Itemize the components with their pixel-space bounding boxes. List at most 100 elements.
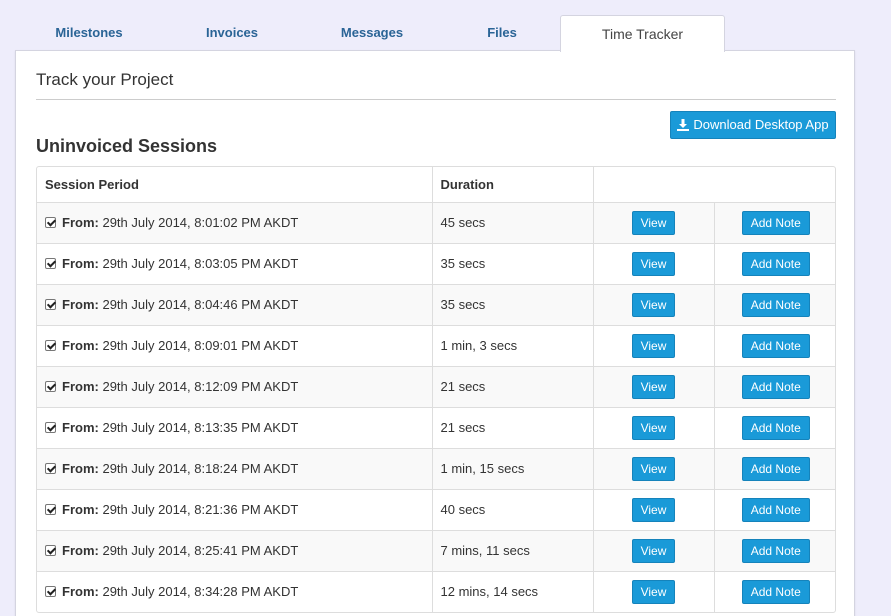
header-actions (593, 167, 835, 202)
time-tracker-panel: Track your Project Download Desktop App … (15, 50, 855, 616)
table-row: From: 29th July 2014, 8:25:41 PM AKDT 7 m… (37, 529, 835, 571)
session-period-cell: From: 29th July 2014, 8:03:05 PM AKDT (37, 242, 433, 284)
add-note-cell: Add Note (714, 365, 835, 407)
tab-messages[interactable]: Messages (318, 15, 426, 51)
session-period-cell: From: 29th July 2014, 8:34:28 PM AKDT (37, 570, 433, 612)
duration-cell: 21 secs (432, 365, 594, 407)
add-note-cell: Add Note (714, 570, 835, 612)
session-checkbox[interactable] (45, 422, 56, 433)
session-period: 29th July 2014, 8:04:46 PM AKDT (102, 297, 299, 312)
session-checkbox[interactable] (45, 340, 56, 351)
session-checkbox[interactable] (45, 545, 56, 556)
session-period-cell: From: 29th July 2014, 8:21:36 PM AKDT (37, 488, 433, 530)
add-note-button[interactable]: Add Note (741, 579, 810, 604)
session-period: 29th July 2014, 8:03:05 PM AKDT (102, 256, 299, 271)
session-checkbox[interactable] (45, 381, 56, 392)
session-period-cell: From: 29th July 2014, 8:04:46 PM AKDT (37, 283, 433, 325)
duration-cell: 35 secs (432, 283, 594, 325)
duration-cell: 21 secs (432, 406, 594, 448)
header-duration: Duration (432, 167, 594, 202)
section-title: Uninvoiced Sessions (36, 136, 218, 156)
session-period-cell: From: 29th July 2014, 8:01:02 PM AKDT (37, 201, 433, 243)
view-cell: View (593, 570, 715, 612)
view-cell: View (593, 283, 715, 325)
tab-time-tracker[interactable]: Time Tracker (560, 15, 725, 52)
table-row: From: 29th July 2014, 8:01:02 PM AKDT 45 … (37, 201, 835, 243)
session-period: 29th July 2014, 8:34:28 PM AKDT (102, 584, 299, 600)
from-label: From: (62, 584, 99, 600)
tab-invoices[interactable]: Invoices (178, 15, 286, 51)
duration-cell: 12 mins, 14 secs (432, 570, 594, 612)
session-period: 29th July 2014, 8:12:09 PM AKDT (102, 379, 299, 394)
add-note-cell: Add Note (714, 488, 835, 530)
from-label: From: (62, 502, 99, 517)
title-divider (36, 99, 836, 100)
view-cell: View (593, 406, 715, 448)
view-button[interactable]: View (631, 210, 676, 235)
add-note-button[interactable]: Add Note (741, 333, 810, 358)
view-cell: View (593, 529, 715, 571)
view-cell: View (593, 447, 715, 489)
table-row: From: 29th July 2014, 8:12:09 PM AKDT 21 … (37, 365, 835, 407)
add-note-cell: Add Note (714, 529, 835, 571)
session-checkbox[interactable] (45, 258, 56, 269)
session-checkbox[interactable] (45, 463, 56, 474)
table-row: From: 29th July 2014, 8:21:36 PM AKDT 40 … (37, 488, 835, 530)
add-note-cell: Add Note (714, 324, 835, 366)
session-checkbox[interactable] (45, 217, 56, 228)
view-cell: View (593, 488, 715, 530)
view-button[interactable]: View (631, 497, 676, 522)
from-label: From: (62, 338, 99, 353)
view-button[interactable]: View (631, 292, 676, 317)
download-button-label: Download Desktop App (693, 117, 829, 132)
add-note-button[interactable]: Add Note (741, 210, 810, 235)
view-button[interactable]: View (631, 251, 676, 276)
add-note-button[interactable]: Add Note (741, 251, 810, 276)
header-session-period: Session Period (37, 167, 433, 202)
session-period: 29th July 2014, 8:13:35 PM AKDT (102, 420, 299, 435)
duration-cell: 1 min, 15 secs (432, 447, 594, 489)
add-note-button[interactable]: Add Note (741, 456, 810, 481)
download-icon (677, 114, 690, 140)
table-row: From: 29th July 2014, 8:03:05 PM AKDT 35 … (37, 242, 835, 284)
tab-milestones[interactable]: Milestones (35, 15, 143, 51)
session-period: 29th July 2014, 8:01:02 PM AKDT (102, 215, 299, 230)
from-label: From: (62, 256, 99, 271)
from-label: From: (62, 215, 99, 230)
table-header-row: Session Period Duration (37, 167, 835, 202)
session-period-cell: From: 29th July 2014, 8:09:01 PM AKDT (37, 324, 433, 366)
add-note-button[interactable]: Add Note (741, 497, 810, 522)
view-cell: View (593, 242, 715, 284)
add-note-button[interactable]: Add Note (741, 415, 810, 440)
view-cell: View (593, 201, 715, 243)
panel-title: Track your Project (36, 70, 174, 89)
table-row: From: 29th July 2014, 8:18:24 PM AKDT 1 m… (37, 447, 835, 489)
view-button[interactable]: View (631, 579, 676, 604)
duration-cell: 1 min, 3 secs (432, 324, 594, 366)
add-note-button[interactable]: Add Note (741, 374, 810, 399)
duration-cell: 45 secs (432, 201, 594, 243)
tab-bar: Milestones Invoices Messages Files Time … (15, 15, 855, 52)
session-period-cell: From: 29th July 2014, 8:25:41 PM AKDT (37, 529, 433, 571)
session-period: 29th July 2014, 8:18:24 PM AKDT (102, 461, 299, 476)
session-period: 29th July 2014, 8:09:01 PM AKDT (102, 338, 299, 353)
view-button[interactable]: View (631, 456, 676, 481)
view-button[interactable]: View (631, 333, 676, 358)
session-checkbox[interactable] (45, 586, 56, 598)
add-note-cell: Add Note (714, 201, 835, 243)
from-label: From: (62, 461, 99, 476)
add-note-cell: Add Note (714, 447, 835, 489)
tab-files[interactable]: Files (448, 15, 556, 51)
table-row: From: 29th July 2014, 8:13:35 PM AKDT 21 … (37, 406, 835, 448)
add-note-button[interactable]: Add Note (741, 538, 810, 563)
session-checkbox[interactable] (45, 299, 56, 310)
session-checkbox[interactable] (45, 504, 56, 515)
download-desktop-app-button[interactable]: Download Desktop App (670, 111, 836, 139)
session-period: 29th July 2014, 8:21:36 PM AKDT (102, 502, 299, 517)
add-note-button[interactable]: Add Note (741, 292, 810, 317)
view-button[interactable]: View (631, 415, 676, 440)
view-cell: View (593, 365, 715, 407)
view-button[interactable]: View (631, 374, 676, 399)
table-row: From: 29th July 2014, 8:34:28 PM AKDT 12 … (37, 570, 835, 612)
view-button[interactable]: View (631, 538, 676, 563)
